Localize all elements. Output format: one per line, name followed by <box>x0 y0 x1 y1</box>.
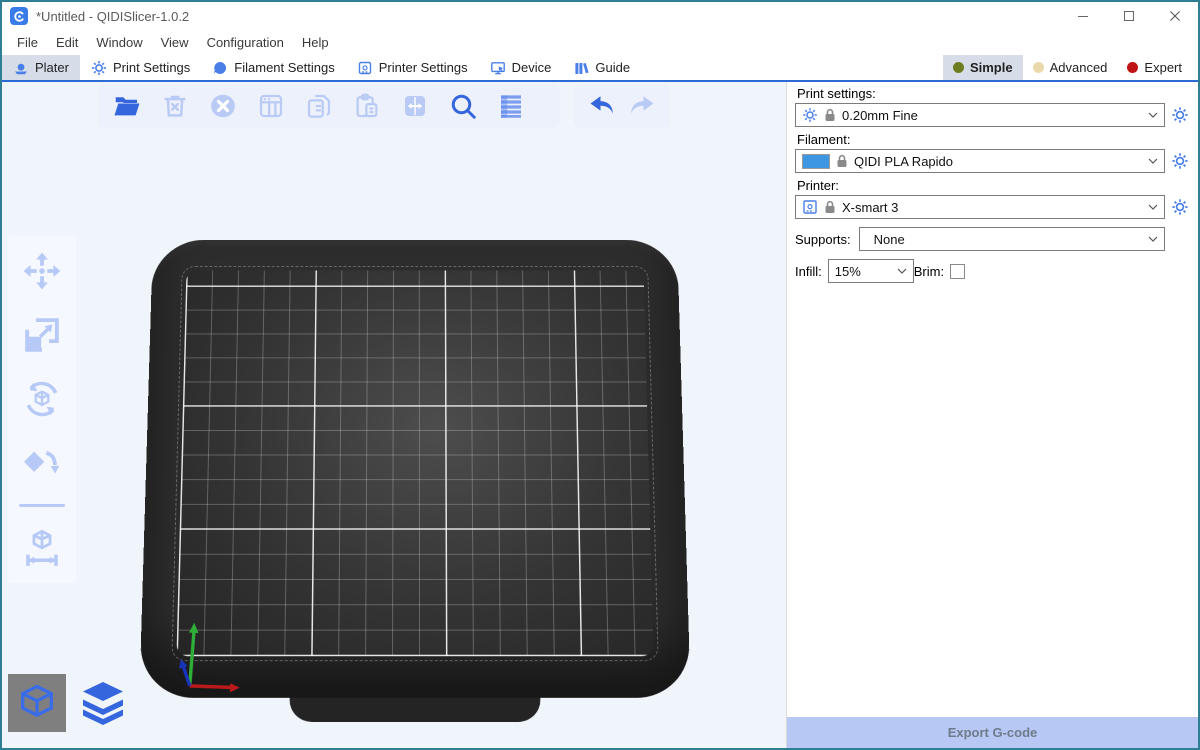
supports-value: None <box>866 232 1142 247</box>
view-preview-button[interactable] <box>74 674 132 732</box>
layers-preview-icon <box>77 677 129 729</box>
printer-value: X-smart 3 <box>842 200 1142 215</box>
minimize-icon[interactable] <box>1060 2 1106 30</box>
measure-icon[interactable] <box>19 525 65 571</box>
delete-all-icon[interactable] <box>206 89 240 123</box>
menu-configuration[interactable]: Configuration <box>198 30 293 55</box>
variable-layer-height-icon[interactable] <box>494 89 528 123</box>
move-icon[interactable] <box>19 248 65 294</box>
window-title: *Untitled - QIDISlicer-1.0.2 <box>36 9 189 24</box>
maximize-icon[interactable] <box>1106 2 1152 30</box>
printer-icon <box>357 60 373 76</box>
menu-view[interactable]: View <box>152 30 198 55</box>
filament-icon <box>212 60 228 76</box>
advanced-dot-icon <box>1033 62 1044 73</box>
printer-label: Printer: <box>797 178 1190 193</box>
chevron-down-icon <box>897 268 907 274</box>
scale-icon[interactable] <box>19 312 65 358</box>
app-logo-icon <box>10 7 28 25</box>
axes-indicator <box>141 599 243 697</box>
filament-combo[interactable]: QIDI PLA Rapido <box>795 149 1165 173</box>
infill-value: 15% <box>835 264 891 279</box>
open-file-icon[interactable] <box>110 89 144 123</box>
print-settings-label: Print settings: <box>797 86 1190 101</box>
delete-icon[interactable] <box>158 89 192 123</box>
redo-icon[interactable] <box>626 89 658 123</box>
menu-help[interactable]: Help <box>293 30 338 55</box>
infill-combo[interactable]: 15% <box>828 259 914 283</box>
title-bar: *Untitled - QIDISlicer-1.0.2 <box>2 2 1198 30</box>
brim-checkbox[interactable] <box>950 264 965 279</box>
printer-combo[interactable]: X-smart 3 <box>795 195 1165 219</box>
split-icon[interactable] <box>398 89 432 123</box>
supports-label: Supports: <box>795 232 851 247</box>
chevron-down-icon <box>1148 112 1158 118</box>
place-on-face-icon[interactable] <box>19 440 65 486</box>
menu-window[interactable]: Window <box>87 30 151 55</box>
gear-icon <box>802 107 818 123</box>
cube-3d-icon <box>15 681 59 725</box>
plater-icon <box>13 60 29 76</box>
device-icon <box>490 60 506 76</box>
gizmo-separator <box>19 504 65 507</box>
simple-dot-icon <box>953 62 964 73</box>
mode-simple[interactable]: Simple <box>943 55 1023 80</box>
tab-print-settings[interactable]: Print Settings <box>80 55 201 80</box>
chevron-down-icon <box>1148 236 1158 242</box>
tab-filament-settings[interactable]: Filament Settings <box>201 55 345 80</box>
filament-value: QIDI PLA Rapido <box>854 154 1142 169</box>
viewport-3d[interactable] <box>2 82 786 748</box>
print-settings-gear-button[interactable] <box>1170 105 1190 125</box>
app-window: *Untitled - QIDISlicer-1.0.2 File Edit W… <box>0 0 1200 750</box>
lock-icon <box>824 108 836 122</box>
tab-bar: Plater Print Settings Filament Settings … <box>2 55 1198 82</box>
main-area: Print settings: 0.20mm Fine Filament: QI… <box>2 82 1198 748</box>
printer-icon <box>802 199 818 215</box>
paste-icon[interactable] <box>350 89 384 123</box>
filament-color-swatch <box>802 154 830 169</box>
gear-icon <box>91 60 107 76</box>
filament-label: Filament: <box>797 132 1190 147</box>
tab-plater[interactable]: Plater <box>2 55 80 80</box>
search-icon[interactable] <box>446 89 480 123</box>
brim-label: Brim: <box>914 264 944 279</box>
tab-guide[interactable]: Guide <box>562 55 641 80</box>
menu-edit[interactable]: Edit <box>47 30 87 55</box>
rotate-icon[interactable] <box>19 376 65 422</box>
filament-gear-button[interactable] <box>1170 151 1190 171</box>
expert-dot-icon <box>1127 62 1138 73</box>
menu-file[interactable]: File <box>8 30 47 55</box>
lock-icon <box>824 200 836 214</box>
tab-device[interactable]: Device <box>479 55 563 80</box>
printer-gear-button[interactable] <box>1170 197 1190 217</box>
settings-panel: Print settings: 0.20mm Fine Filament: QI… <box>786 82 1198 748</box>
close-icon[interactable] <box>1152 2 1198 30</box>
tab-printer-settings[interactable]: Printer Settings <box>346 55 479 80</box>
print-settings-value: 0.20mm Fine <box>842 108 1142 123</box>
menu-bar: File Edit Window View Configuration Help <box>2 30 1198 55</box>
print-settings-combo[interactable]: 0.20mm Fine <box>795 103 1165 127</box>
undo-icon[interactable] <box>586 89 618 123</box>
bed-outline-dashed <box>171 266 658 661</box>
mode-switcher: Simple Advanced Expert <box>943 55 1198 80</box>
arrange-icon[interactable] <box>254 89 288 123</box>
printer-bed <box>128 214 702 724</box>
lock-icon <box>836 154 848 168</box>
chevron-down-icon <box>1148 204 1158 210</box>
chevron-down-icon <box>1148 158 1158 164</box>
infill-label: Infill: <box>795 264 822 279</box>
mode-expert[interactable]: Expert <box>1117 55 1192 80</box>
main-toolbar <box>98 84 560 128</box>
supports-combo[interactable]: None <box>859 227 1165 251</box>
gizmo-toolbar <box>8 236 76 583</box>
copy-icon[interactable] <box>302 89 336 123</box>
view-3d-editor-button[interactable] <box>8 674 66 732</box>
history-toolbar <box>574 84 670 128</box>
mode-advanced[interactable]: Advanced <box>1023 55 1118 80</box>
guide-icon <box>573 60 589 76</box>
export-gcode-button[interactable]: Export G-code <box>787 717 1198 748</box>
